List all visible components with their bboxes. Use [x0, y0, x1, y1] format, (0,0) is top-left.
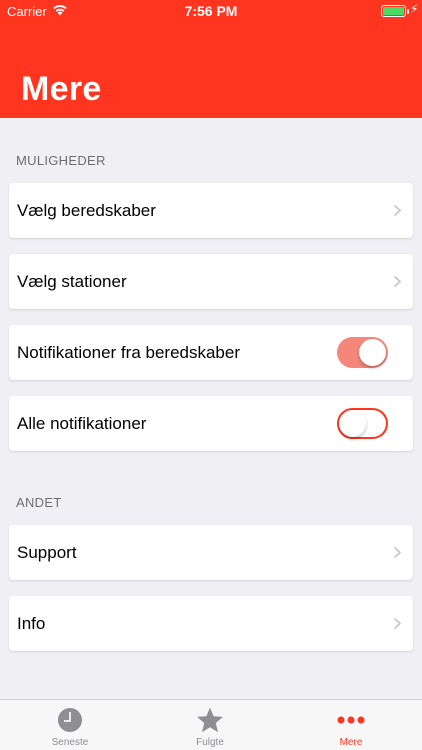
- row-vaelg-stationer[interactable]: Vælg stationer: [9, 254, 413, 309]
- more-dots-icon: [337, 716, 365, 724]
- chevron-right-icon: [393, 275, 402, 288]
- row-label: Vælg stationer: [17, 272, 127, 291]
- section-label-andet: ANDET: [16, 495, 62, 510]
- clock-icon: [58, 708, 82, 732]
- page-title: Mere: [21, 70, 102, 108]
- row-alle-notifikationer: Alle notifikationer: [9, 396, 413, 451]
- toggle-knob: [359, 339, 386, 366]
- battery-cap: [407, 9, 409, 14]
- battery-icon: [381, 5, 406, 17]
- tab-bar: Seneste Fulgte Mere: [0, 699, 422, 750]
- status-bar: Carrier 7:56 PM ⚡: [0, 0, 422, 22]
- toggle-knob: [339, 410, 366, 437]
- tab-label: Fulgte: [196, 737, 224, 748]
- status-time: 7:56 PM: [184, 3, 238, 19]
- row-label: Notifikationer fra beredskaber: [17, 343, 241, 362]
- alle-notifikationer-toggle[interactable]: [337, 408, 388, 439]
- notifikationer-beredskaber-toggle[interactable]: [337, 337, 388, 368]
- row-label: Vælg beredskaber: [17, 201, 156, 220]
- section-label-muligheder: MULIGHEDER: [16, 153, 106, 168]
- row-info[interactable]: Info: [9, 596, 413, 651]
- charging-icon: ⚡: [410, 2, 419, 16]
- tab-label: Mere: [339, 737, 363, 748]
- row-notifikationer-fra-beredskaber: Notifikationer fra beredskaber: [9, 325, 413, 380]
- row-label: Alle notifikationer: [17, 414, 147, 433]
- tab-seneste[interactable]: Seneste: [0, 700, 140, 750]
- chevron-right-icon: [393, 204, 402, 217]
- row-label: Support: [17, 543, 77, 562]
- header-bar: Carrier 7:56 PM ⚡ Mere: [0, 0, 422, 118]
- row-label: Info: [17, 614, 46, 633]
- tab-fulgte[interactable]: Fulgte: [140, 700, 280, 750]
- chevron-right-icon: [393, 617, 402, 630]
- row-vaelg-beredskaber[interactable]: Vælg beredskaber: [9, 183, 413, 238]
- tab-mere[interactable]: Mere: [281, 700, 421, 750]
- chevron-right-icon: [393, 546, 402, 559]
- tab-label: Seneste: [51, 737, 89, 748]
- row-support[interactable]: Support: [9, 525, 413, 580]
- star-icon: [197, 707, 223, 733]
